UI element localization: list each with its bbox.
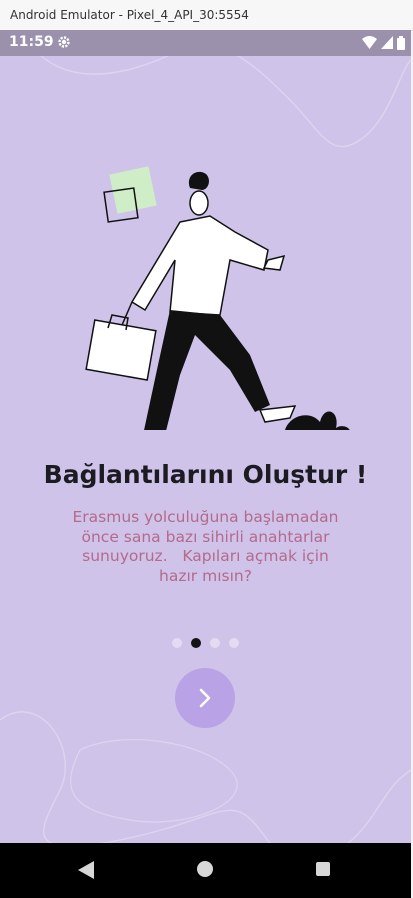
- page-dot[interactable]: [172, 638, 182, 648]
- page-dot-active[interactable]: [191, 638, 201, 648]
- page-indicator: [172, 638, 239, 648]
- status-bar: 11:59: [0, 30, 411, 56]
- walking-person-illustration: [85, 166, 350, 430]
- battery-icon: [397, 36, 405, 50]
- onboarding-description: Erasmus yolculuğuna başlamadan önce sana…: [72, 508, 344, 585]
- emulator-title-bar: Android Emulator - Pixel_4_API_30:5554: [0, 0, 413, 31]
- chevron-right-icon: [199, 688, 211, 708]
- recents-icon[interactable]: [316, 862, 330, 876]
- navigation-bar: [0, 843, 411, 898]
- phone-screen: 11:59 Bağlantılarını Oluştur ! Erasmus y…: [0, 30, 411, 898]
- page-dot[interactable]: [229, 638, 239, 648]
- onboarding-title: Bağlantılarını Oluştur !: [43, 460, 368, 489]
- emulator-title: Android Emulator - Pixel_4_API_30:5554: [10, 8, 249, 22]
- gear-icon: [58, 36, 70, 48]
- next-button[interactable]: [175, 668, 235, 728]
- back-icon[interactable]: [78, 861, 94, 879]
- signal-icon: [381, 36, 393, 49]
- wifi-icon: [362, 36, 377, 49]
- status-time: 11:59: [9, 34, 54, 50]
- home-icon[interactable]: [197, 861, 213, 877]
- page-dot[interactable]: [210, 638, 220, 648]
